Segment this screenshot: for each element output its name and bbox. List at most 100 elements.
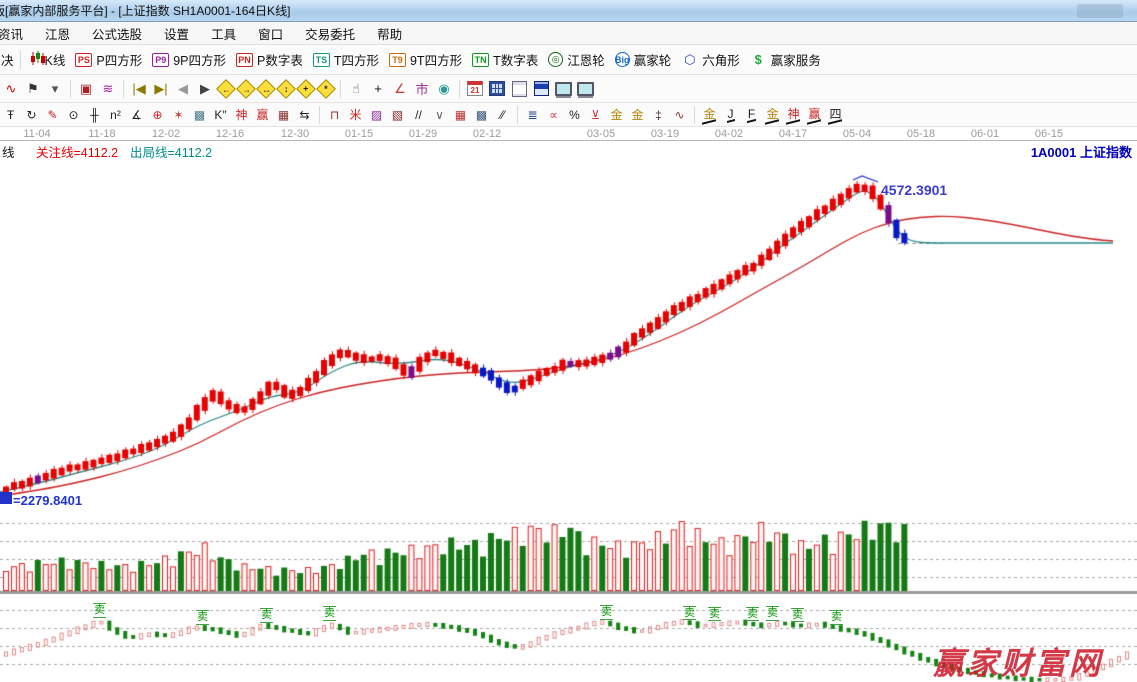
fan-rays-icon[interactable]: 米 — [345, 105, 366, 125]
sell-signal-4: 卖 — [600, 605, 613, 620]
f-tool-icon[interactable]: Ŧ — [0, 105, 21, 125]
partial-legend-text: 线 — [2, 142, 15, 161]
toolbar-button-kline[interactable]: K线 — [25, 50, 71, 69]
menu-item-6[interactable]: 交易委托 — [294, 21, 366, 46]
move-left-icon[interactable]: ← — [216, 79, 236, 99]
prev-bar-icon[interactable]: ◀ — [172, 78, 194, 100]
ying-tool-icon[interactable]: 赢 — [252, 105, 273, 125]
ruler-ticks-icon[interactable]: ╫ — [84, 105, 105, 125]
screen-copy-icon[interactable] — [552, 78, 574, 100]
expand-horizontal-icon[interactable]: ↔ — [256, 79, 276, 99]
gann-grid-icon[interactable]: 市 — [411, 78, 433, 100]
shen-angle-icon[interactable]: 神 — [783, 105, 804, 125]
notebook-icon[interactable] — [508, 78, 530, 100]
angle-mirror-icon[interactable]: ∡ — [126, 105, 147, 125]
menu-item-1[interactable]: 江恩 — [34, 21, 81, 46]
ying-angle-icon[interactable]: 赢 — [804, 105, 825, 125]
window-title: 版[赢家内部服务平台] - [上证指数 SH1A0001-164日K线] — [0, 2, 290, 19]
si-angle-icon[interactable]: 四 — [825, 105, 846, 125]
gold-angle-icon[interactable]: 金 — [699, 105, 720, 125]
pc-export-icon[interactable] — [574, 78, 596, 100]
gold-circle-icon[interactable]: 金 — [606, 105, 627, 125]
toolbar-button-winner-wheel[interactable]: Big赢家轮 — [610, 50, 677, 69]
kline-chart-icon[interactable]: ∿ — [0, 78, 22, 100]
toolbar-button-9t-square[interactable]: T99T四方形 — [384, 50, 467, 69]
menu-item-4[interactable]: 工具 — [200, 21, 247, 46]
red-grid-glyph: ▦ — [455, 108, 466, 122]
angle-measure-icon[interactable]: ∠ — [389, 78, 411, 100]
flag-caret-glyph: ▾ — [52, 81, 59, 97]
grid-123-icon[interactable]: ▦ — [273, 105, 294, 125]
save-icon[interactable] — [530, 78, 552, 100]
menu-item-3[interactable]: 设置 — [153, 21, 200, 46]
shade-box-a-icon[interactable]: ▨ — [366, 105, 387, 125]
title-bar[interactable]: 版[赢家内部服务平台] - [上证指数 SH1A0001-164日K线] — [0, 0, 1137, 22]
stamp-icon[interactable]: ▣ — [75, 78, 97, 100]
shade-box-b-icon[interactable]: ▧ — [387, 105, 408, 125]
k-quote-icon[interactable]: K″ — [210, 105, 231, 125]
toolbar-button-p-square[interactable]: PSP四方形 — [70, 50, 147, 69]
menu-item-5[interactable]: 窗口 — [247, 21, 294, 46]
last-bar-icon[interactable]: ▶| — [150, 78, 172, 100]
n-square-icon[interactable]: n² — [105, 105, 126, 125]
zoom-reset-icon[interactable]: * — [316, 79, 336, 99]
toolbar-button-winner-service[interactable]: $赢家服务 — [745, 50, 826, 69]
f-tool-glyph: Ŧ — [7, 108, 14, 122]
grid-target-icon[interactable]: ▩ — [189, 105, 210, 125]
menu-item-0[interactable]: 资讯 — [0, 21, 34, 46]
next-bar-icon[interactable]: ▶ — [194, 78, 216, 100]
symbol-label[interactable]: 1A0001 上证指数 — [1031, 142, 1132, 161]
calendar-icon[interactable]: 21 — [464, 78, 486, 100]
gold-line-icon[interactable]: 金 — [627, 105, 648, 125]
exit-line-label: 出局线=4112.2 — [130, 142, 212, 161]
harmonic-wave-icon[interactable]: ∿ — [669, 105, 690, 125]
j-angle-icon[interactable]: J — [720, 105, 741, 125]
trend-lines-icon[interactable]: // — [408, 105, 429, 125]
move-right-icon[interactable]: → — [236, 79, 256, 99]
percent-line-icon[interactable]: ∝ — [543, 105, 564, 125]
width-arrows-icon[interactable]: ⇆ — [294, 105, 315, 125]
toolbar-button-9p-square[interactable]: P99P四方形 — [147, 50, 231, 69]
window-controls[interactable] — [1077, 4, 1123, 18]
disk-glyph — [534, 81, 549, 96]
first-bar-icon[interactable]: |◀ — [128, 78, 150, 100]
pen-mark-icon[interactable]: ‡ — [648, 105, 669, 125]
expand-vertical-icon[interactable]: ↕ — [276, 79, 296, 99]
shen-tool-icon[interactable]: 神 — [231, 105, 252, 125]
window-chrome: 版[赢家内部服务平台] - [上证指数 SH1A0001-164日K线] 资讯江… — [0, 0, 1137, 127]
toolbar-button-gann-wheel[interactable]: ◎江恩轮 — [543, 50, 610, 69]
slash-lines-icon[interactable]: ⁄⁄ — [492, 105, 513, 125]
time-circle-icon[interactable]: ⊙ — [63, 105, 84, 125]
pen-flag-icon[interactable]: ✎ — [42, 105, 63, 125]
toolbar-button-t-number-table[interactable]: TNT数字表 — [467, 50, 543, 69]
calculator-icon[interactable] — [486, 78, 508, 100]
toolbar-label-winner-wheel: 赢家轮 — [634, 50, 672, 69]
toolbar-button-hexagon[interactable]: ⬡六角形 — [676, 50, 745, 69]
red-grid-icon[interactable]: ▦ — [450, 105, 471, 125]
circle-target-icon[interactable]: ⊕ — [147, 105, 168, 125]
wave-check-icon[interactable]: ∨ — [429, 105, 450, 125]
star-rays-icon[interactable]: ✶ — [168, 105, 189, 125]
percent-icon[interactable]: % — [564, 105, 585, 125]
gold2-angle-icon[interactable]: 金 — [762, 105, 783, 125]
percent-band-icon[interactable]: ⊻ — [585, 105, 606, 125]
menu-item-2[interactable]: 公式选股 — [81, 21, 153, 46]
flag-caret-icon[interactable]: ▾ — [44, 78, 66, 100]
box-tool-icon[interactable]: ⊓ — [324, 105, 345, 125]
crosshair-icon[interactable]: + — [367, 78, 389, 100]
toolbar-label-p-number-table: P数字表 — [257, 50, 303, 69]
zoom-in-icon[interactable]: + — [296, 79, 316, 99]
level-list-icon[interactable]: ≣ — [522, 105, 543, 125]
toolbar-button-t-square[interactable]: TST四方形 — [308, 50, 384, 69]
hand-drag-icon[interactable]: ☝ — [345, 78, 367, 100]
flag-icon[interactable]: ⚑ — [22, 78, 44, 100]
toolbar-button-p-number-table[interactable]: PNP数字表 — [231, 50, 308, 69]
menu-item-7[interactable]: 帮助 — [366, 21, 413, 46]
winner-service-icon: $ — [750, 53, 767, 67]
smart-brain-icon[interactable]: ◉ — [433, 78, 455, 100]
color-wave-icon[interactable]: ≋ — [97, 78, 119, 100]
draw-toolbar: Ŧ↻✎⊙╫n²∡⊕✶▩K″神赢▦⇆⊓米▨▧//∨▦▩⁄⁄≣∝%⊻金金‡∿金JF金… — [0, 103, 1137, 127]
blue-grid-icon[interactable]: ▩ — [471, 105, 492, 125]
f-angle-icon[interactable]: F — [741, 105, 762, 125]
spiral-icon[interactable]: ↻ — [21, 105, 42, 125]
